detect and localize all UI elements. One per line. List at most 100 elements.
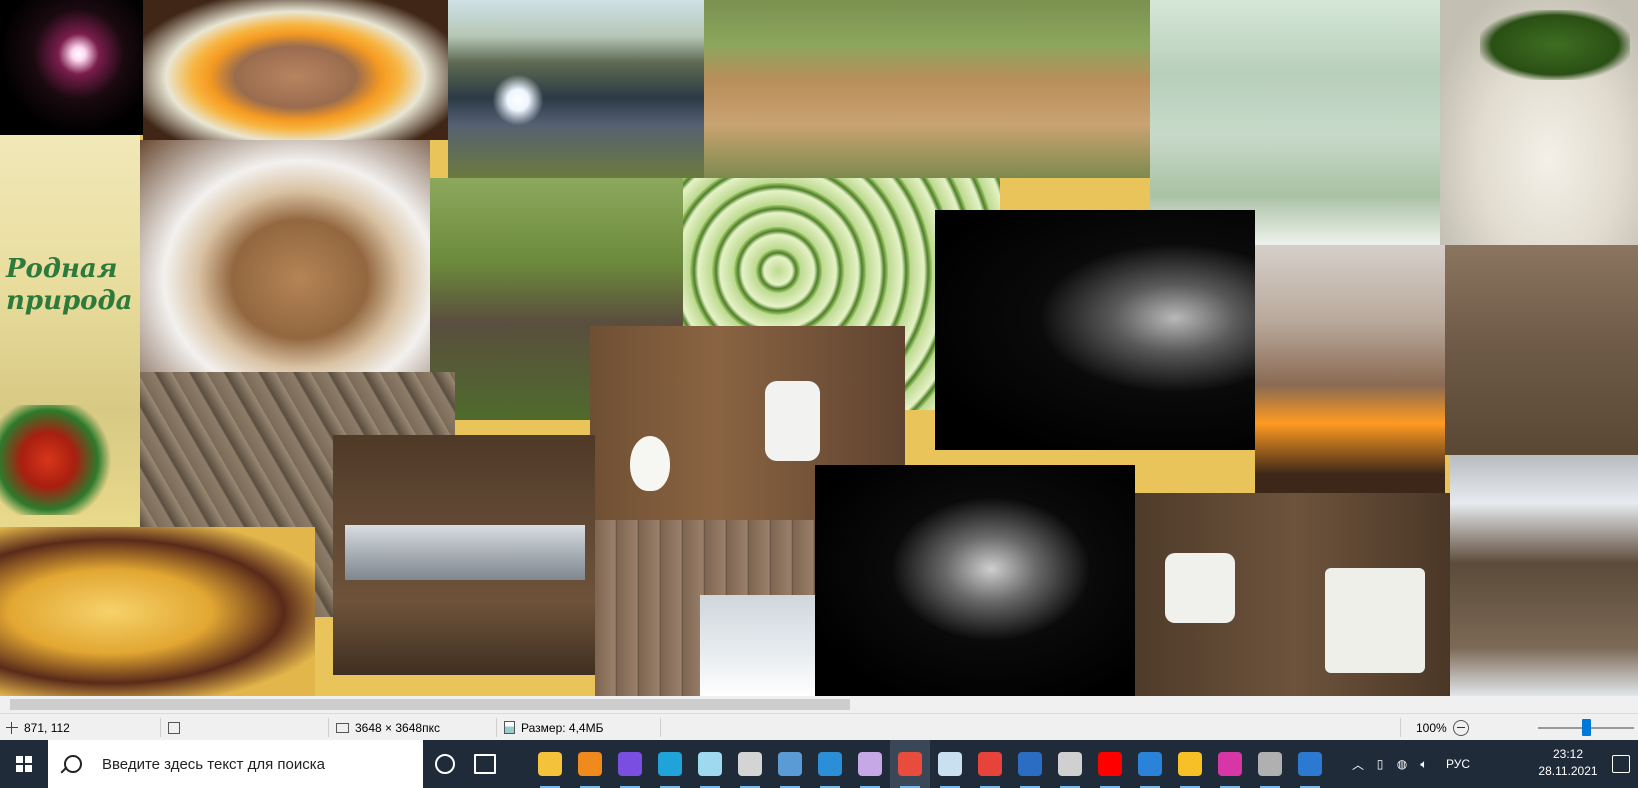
- image-viewer-icon: [778, 752, 802, 776]
- taskbar-app-internet-explorer[interactable]: [810, 740, 850, 788]
- youtube-icon: [1098, 752, 1122, 776]
- clock-date: 28.11.2021: [1538, 764, 1598, 778]
- taskbar-app-stellarium[interactable]: [1170, 740, 1210, 788]
- scrollbar-thumb[interactable]: [10, 699, 850, 710]
- package-brand-text: Родная природа: [6, 254, 133, 316]
- task-view-button[interactable]: [465, 740, 505, 788]
- image-canvas[interactable]: Родная природа: [0, 0, 1638, 696]
- wire-night-photo-2: [815, 465, 1135, 696]
- drop-app-icon: [1218, 752, 1242, 776]
- dimensions-cell: 3648 × 3648пкс: [336, 714, 440, 741]
- globe-icon: ◍: [1396, 757, 1408, 771]
- cake-slice-photo: [140, 140, 430, 372]
- taskbar-app-video-editor[interactable]: [1010, 740, 1050, 788]
- tray-volume-button[interactable]: 🔈︎: [1414, 740, 1434, 788]
- tray-network-button[interactable]: ◍: [1392, 740, 1412, 788]
- cake-oranges-photo: [143, 0, 448, 140]
- taskbar-app-help-app[interactable]: [1290, 740, 1330, 788]
- file-size-cell: Размер: 4,4МБ: [504, 714, 603, 741]
- taskbar-app-image-viewer[interactable]: [770, 740, 810, 788]
- camera-app-icon: [1058, 752, 1082, 776]
- taskbar-app-paint[interactable]: [930, 740, 970, 788]
- wire-night-photo-1: [935, 210, 1255, 450]
- video-editor-icon: [1018, 752, 1042, 776]
- rodnaya-priroda-package-photo: Родная природа: [0, 135, 140, 527]
- media-app-icon: [898, 752, 922, 776]
- cursor-position-text: 871, 112: [24, 720, 70, 735]
- taskbar-app-avast[interactable]: [570, 740, 610, 788]
- fireworks-photo: [0, 0, 143, 135]
- paint-3d-icon: [858, 752, 882, 776]
- notification-icon[interactable]: [1612, 755, 1630, 773]
- status-divider: [328, 718, 329, 737]
- zoom-out-icon[interactable]: [1452, 719, 1469, 736]
- speaker-icon: 🔈︎: [1420, 756, 1428, 771]
- file-size-text: Размер: 4,4МБ: [521, 720, 604, 735]
- clock[interactable]: 23:12 28.11.2021: [1528, 746, 1608, 780]
- avast-icon: [578, 752, 602, 776]
- internet-explorer-icon: [818, 752, 842, 776]
- taskbar-app-yandex-browser[interactable]: [610, 740, 650, 788]
- task-view-icon: [474, 754, 496, 774]
- image-dimensions-text: 3648 × 3648пкс: [355, 720, 440, 735]
- taskbar-app-store[interactable]: [690, 740, 730, 788]
- tray-overflow-button[interactable]: ︿: [1348, 740, 1368, 788]
- language-indicator[interactable]: РУС: [1438, 740, 1478, 788]
- zoom-level-text: 100%: [1416, 720, 1447, 735]
- status-divider: [160, 718, 161, 737]
- cursor-position-cell: 871, 112: [6, 714, 70, 741]
- selection-cell: [168, 714, 186, 741]
- status-divider: [660, 718, 661, 737]
- phone-icon: ▯: [1376, 757, 1384, 771]
- fridge-cucumbers-photo: [1150, 0, 1440, 245]
- taskbar-app-edge[interactable]: [650, 740, 690, 788]
- status-divider: [496, 718, 497, 737]
- taskbar-app-youtube[interactable]: [1090, 740, 1130, 788]
- search-icon: [64, 755, 82, 773]
- taskbar-app-file-explorer[interactable]: [530, 740, 570, 788]
- taskbar-app-paint-3d[interactable]: [850, 740, 890, 788]
- zoom-slider-thumb[interactable]: [1582, 719, 1591, 736]
- covered-pond-photo: [448, 0, 704, 178]
- start-button[interactable]: [0, 740, 48, 788]
- language-text: РУС: [1445, 757, 1471, 771]
- taskbar-app-camera-app[interactable]: [1050, 740, 1090, 788]
- store-icon: [698, 752, 722, 776]
- status-divider: [1400, 718, 1401, 737]
- taskbar-app-drop-app[interactable]: [1210, 740, 1250, 788]
- image-dimensions-icon: [336, 722, 349, 733]
- windows-logo-icon: [16, 756, 32, 772]
- taskbar-app-mail-app[interactable]: [1130, 740, 1170, 788]
- cursor-position-icon: [6, 721, 18, 734]
- selection-size-icon: [168, 721, 180, 734]
- power-outlet-photo: [1135, 493, 1455, 696]
- help-app-icon: [1298, 752, 1322, 776]
- search-placeholder: Введите здесь текст для поиска: [102, 755, 325, 773]
- barn-interior-photo: [1445, 245, 1638, 455]
- stove-pot-photo: [1255, 245, 1445, 500]
- cucumber-sack-photo: [1440, 0, 1638, 245]
- car-app-icon: [1258, 752, 1282, 776]
- windows-taskbar: Введите здесь текст для поиска ︿ ▯ ◍ 🔈︎ …: [0, 740, 1638, 788]
- tray-device-button[interactable]: ▯: [1370, 740, 1390, 788]
- log-wall-snow-photo: [595, 520, 815, 696]
- taskbar-search-box[interactable]: Введите здесь текст для поиска: [48, 740, 423, 788]
- stellarium-icon: [1178, 752, 1202, 776]
- yandex-browser-icon: [618, 752, 642, 776]
- taskbar-app-photos[interactable]: [730, 740, 770, 788]
- taskbar-app-media-app[interactable]: [890, 740, 930, 788]
- file-size-icon: [504, 721, 515, 734]
- taskbar-app-car-app[interactable]: [1250, 740, 1290, 788]
- photos-icon: [738, 752, 762, 776]
- baked-food-photo: [0, 527, 315, 696]
- horizontal-scrollbar[interactable]: [0, 696, 1638, 713]
- taskbar-app-chrome[interactable]: [970, 740, 1010, 788]
- door-hinge-photo: [333, 435, 595, 675]
- zoom-cell: 100%: [1416, 714, 1469, 741]
- clock-time: 23:12: [1552, 747, 1584, 761]
- cortana-button[interactable]: [425, 740, 465, 788]
- cortana-icon: [435, 754, 455, 774]
- chrome-icon: [978, 752, 1002, 776]
- paint-icon: [938, 752, 962, 776]
- seedlings-boxes-photo: [704, 0, 1150, 178]
